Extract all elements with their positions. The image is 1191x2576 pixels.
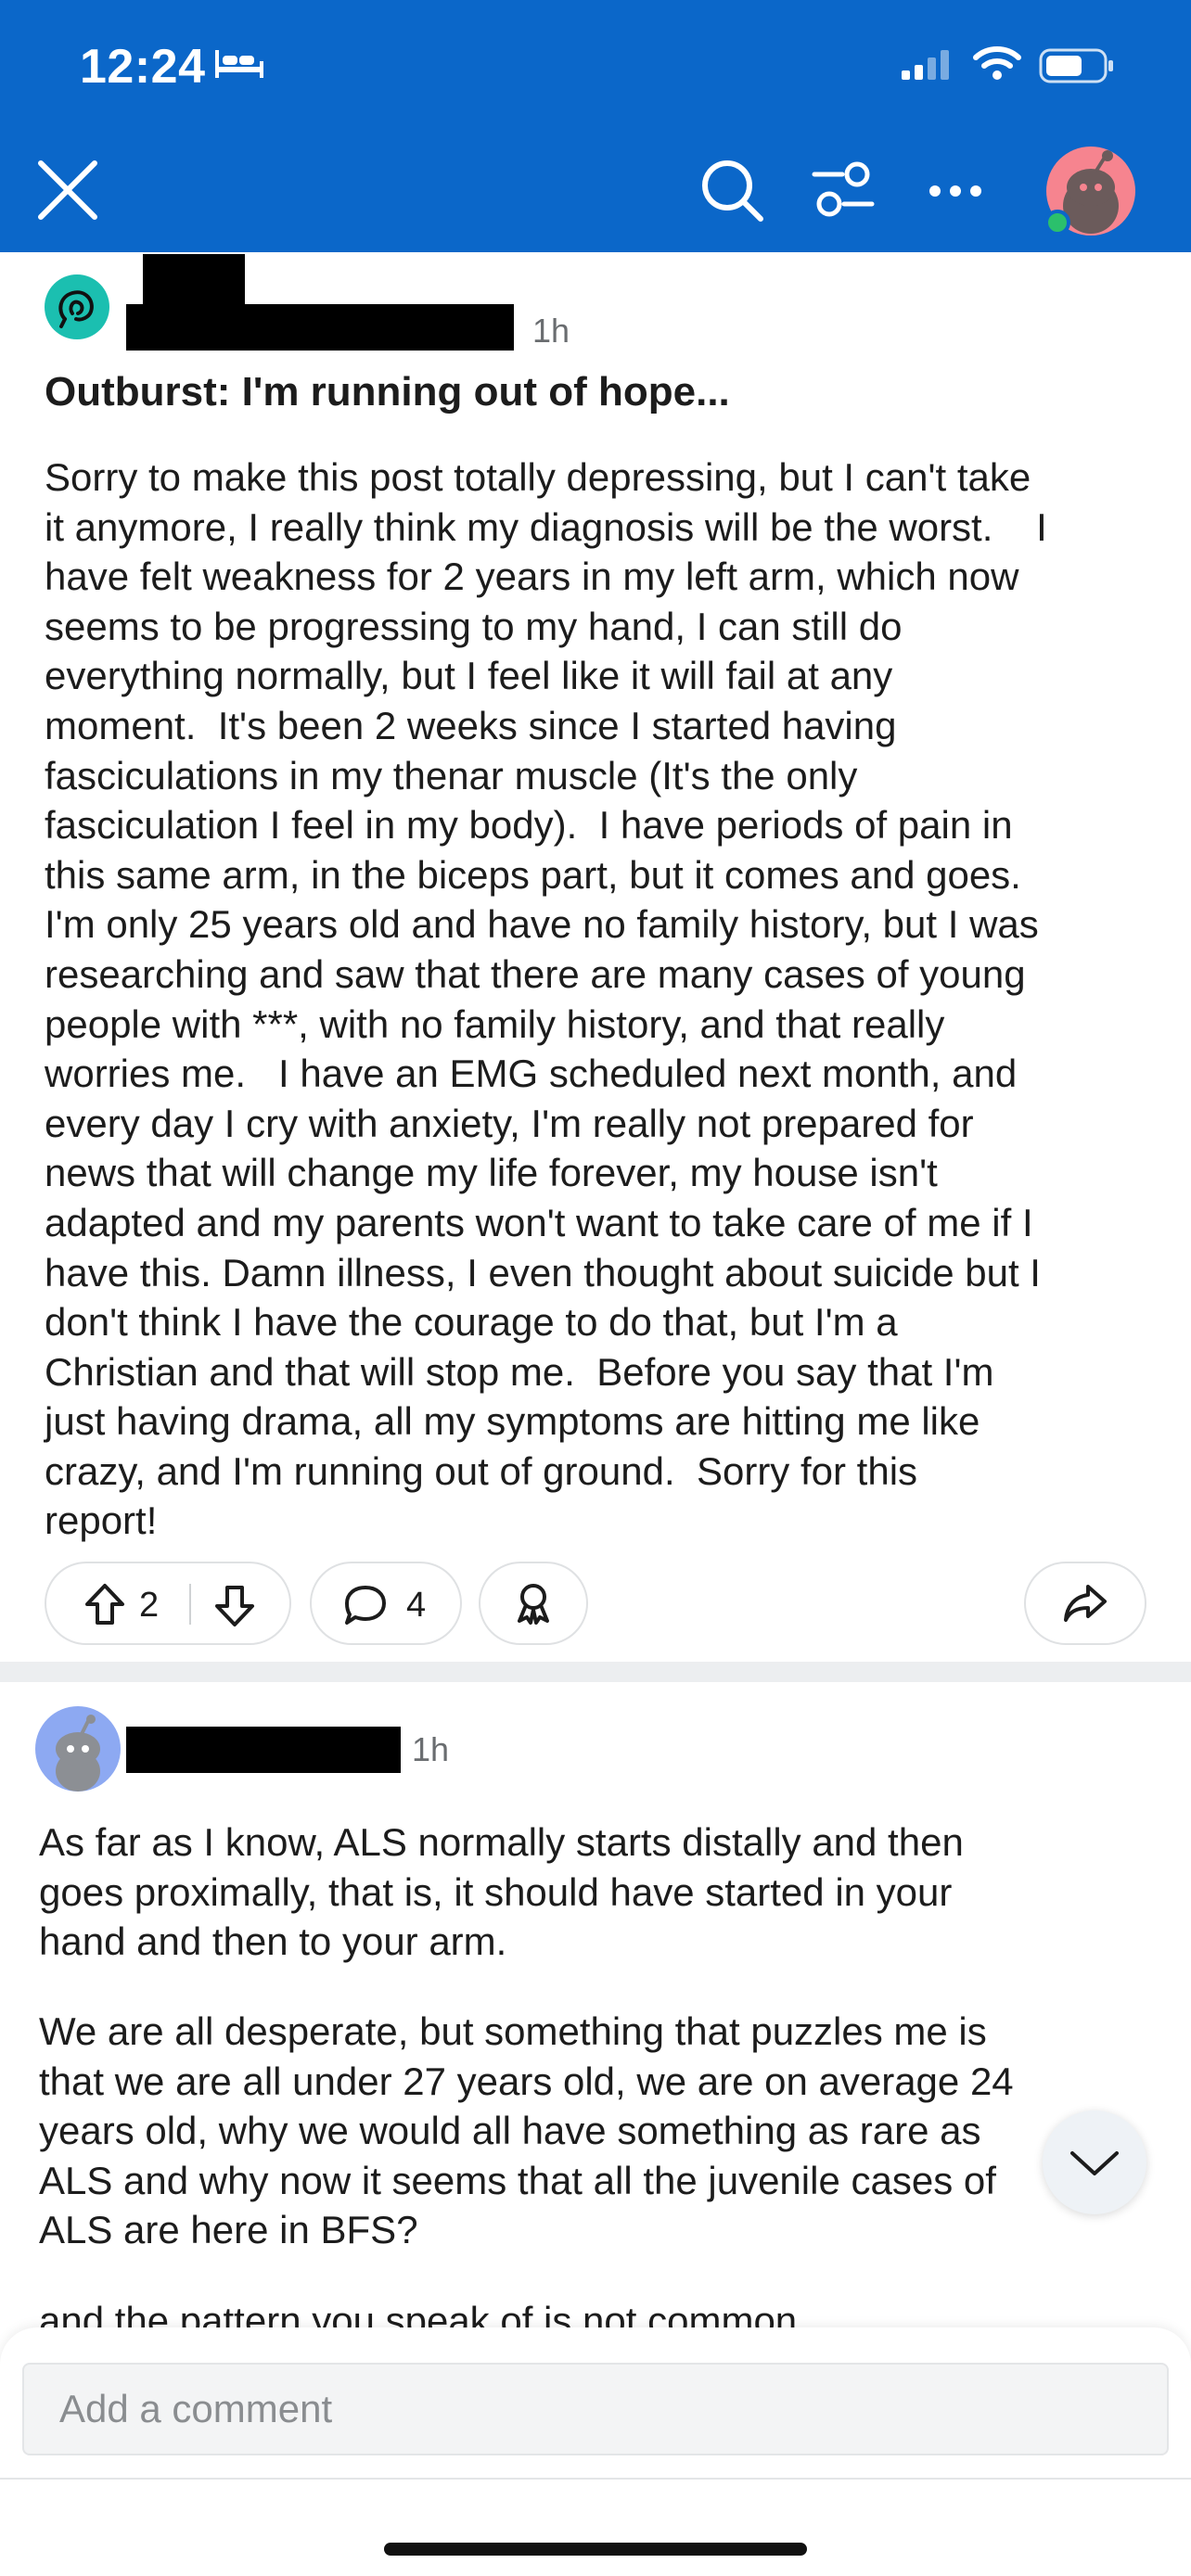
share-icon	[1064, 1585, 1107, 1622]
vote-pill: 2	[45, 1562, 291, 1645]
status-time: 12:24	[80, 40, 206, 94]
downvote-icon[interactable]	[213, 1584, 256, 1628]
comment-composer: Add a comment	[0, 2327, 1191, 2576]
sleep-mode-icon	[215, 50, 263, 78]
online-status-indicator	[1044, 210, 1070, 236]
wifi-icon	[973, 46, 1021, 80]
post-timestamp: 1h	[532, 312, 570, 350]
section-divider	[0, 1662, 1191, 1682]
more-icon[interactable]	[926, 182, 985, 200]
commenter-avatar[interactable]	[35, 1706, 121, 1792]
vote-count: 2	[139, 1586, 160, 1625]
scroll-down-button[interactable]	[1043, 2111, 1146, 2214]
battery-icon	[1039, 48, 1113, 83]
search-icon[interactable]	[699, 158, 766, 224]
cellular-signal-icon	[902, 50, 949, 80]
filter-icon[interactable]	[811, 159, 876, 221]
comments-button[interactable]: 4	[310, 1562, 462, 1645]
vote-divider	[189, 1584, 191, 1625]
add-comment-input[interactable]: Add a comment	[22, 2363, 1169, 2455]
comment-icon	[345, 1586, 386, 1625]
redacted-commenter-name	[126, 1727, 401, 1773]
award-button[interactable]	[479, 1562, 588, 1645]
composer-divider	[0, 2478, 1191, 2480]
post-title: Outburst: I'm running out of hope...	[45, 369, 730, 414]
comment-timestamp: 1h	[412, 1730, 450, 1768]
award-icon	[518, 1584, 549, 1625]
comment-paragraph-1: As far as I know, ALS normally starts di…	[39, 1820, 964, 1964]
upvote-icon[interactable]	[83, 1582, 126, 1626]
app-header: 12:24	[0, 0, 1191, 252]
close-icon[interactable]	[35, 158, 100, 223]
post-body: Sorry to make this post totally depressi…	[45, 455, 1047, 1543]
share-button[interactable]	[1024, 1562, 1146, 1645]
redacted-username	[126, 304, 514, 351]
community-avatar[interactable]	[45, 274, 109, 339]
comment-count: 4	[406, 1586, 427, 1625]
home-indicator[interactable]	[384, 2543, 807, 2556]
comment-paragraph-2: We are all desperate, but something that…	[39, 2009, 1014, 2252]
chevron-down-icon	[1070, 2151, 1119, 2175]
snoo-avatar-icon	[56, 1715, 100, 1792]
community-icon	[58, 290, 94, 328]
redacted-community-name	[143, 254, 245, 306]
